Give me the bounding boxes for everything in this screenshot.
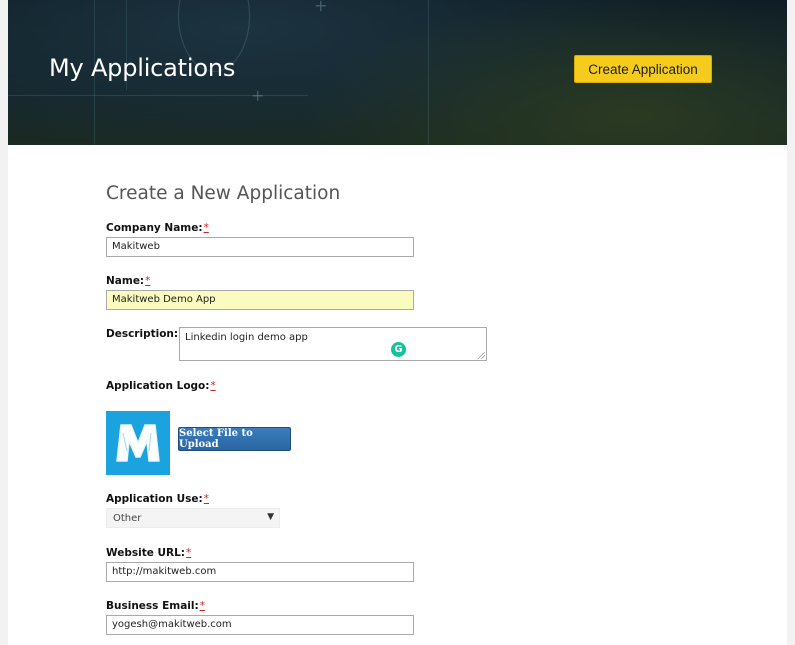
decor-line	[428, 0, 429, 145]
resize-grip-icon[interactable]	[478, 352, 485, 359]
description-text: Linkedin login demo app	[185, 332, 308, 343]
dropdown-arrow-icon: ▼	[267, 512, 274, 522]
application-use-label: Application Use:*	[106, 493, 209, 505]
business-email-label: Business Email:*	[106, 600, 205, 612]
page: + + My Applications Create Application C…	[8, 0, 787, 645]
application-use-select[interactable]: Other ▼	[106, 508, 280, 528]
select-file-button[interactable]: Select File to Upload	[178, 427, 291, 451]
application-logo-label-text: Application Logo:	[106, 380, 210, 392]
application-use-value: Other	[113, 513, 142, 524]
name-label: Name:*	[106, 275, 150, 287]
business-email-label-text: Business Email:	[106, 600, 199, 612]
plus-decor-icon: +	[251, 86, 265, 105]
required-marker: *	[203, 493, 209, 505]
grammarly-icon[interactable]: G	[391, 342, 406, 357]
description-label-text: Description:	[106, 328, 179, 340]
application-use-label-text: Application Use:	[106, 493, 203, 505]
page-header: + + My Applications Create Application	[8, 0, 787, 145]
website-url-label-text: Website URL:	[106, 547, 185, 559]
description-textarea[interactable]: Linkedin login demo app G	[179, 327, 487, 361]
website-url-input[interactable]: http://makitweb.com	[106, 562, 414, 582]
application-logo-label: Application Logo:*	[106, 380, 216, 392]
logo-m-icon	[116, 424, 160, 462]
plus-decor-icon: +	[314, 0, 328, 15]
required-marker: *	[186, 547, 192, 559]
description-label: Description:*	[106, 328, 184, 340]
company-name-label: Company Name:*	[106, 222, 209, 234]
name-input[interactable]: Makitweb Demo App	[106, 290, 414, 310]
required-marker: *	[203, 222, 209, 234]
page-title: My Applications	[49, 54, 236, 82]
name-label-text: Name:	[106, 275, 145, 287]
business-email-input[interactable]: yogesh@makitweb.com	[106, 615, 414, 635]
required-marker: *	[145, 275, 151, 287]
company-name-label-text: Company Name:	[106, 222, 203, 234]
form-title: Create a New Application	[106, 183, 341, 204]
create-application-button[interactable]: Create Application	[574, 55, 712, 83]
website-url-label: Website URL:*	[106, 547, 191, 559]
required-marker: *	[210, 380, 216, 392]
company-name-input[interactable]: Makitweb	[106, 237, 414, 257]
application-logo-image	[106, 411, 170, 475]
required-marker: *	[199, 600, 205, 612]
